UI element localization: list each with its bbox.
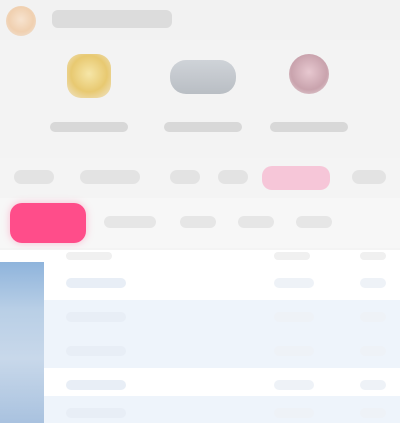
filter-chip[interactable] <box>14 170 54 184</box>
filter-chip[interactable] <box>170 170 200 184</box>
list-item-name <box>66 408 126 418</box>
list-item[interactable] <box>44 266 400 300</box>
list-item-count <box>360 278 386 288</box>
feature-shortcut-2[interactable] <box>148 54 258 132</box>
card-icon <box>170 60 236 94</box>
list-header-cell <box>66 252 112 260</box>
list-header <box>44 250 400 262</box>
feature-label <box>270 122 348 132</box>
list-item-meta <box>274 278 314 288</box>
list-item-count <box>360 408 386 418</box>
list-item-name <box>66 312 126 322</box>
list-item-meta <box>274 408 314 418</box>
list-item-count <box>360 312 386 322</box>
list-item-meta <box>274 312 314 322</box>
tab[interactable] <box>104 216 156 228</box>
filter-chip[interactable] <box>352 170 386 184</box>
list-header-cell <box>274 252 310 260</box>
feature-shortcut-3[interactable] <box>254 54 364 132</box>
list-item-count <box>360 346 386 356</box>
list-item[interactable] <box>44 396 400 423</box>
filter-bar <box>0 158 400 198</box>
feature-shortcut-1[interactable] <box>34 54 144 132</box>
feature-label <box>164 122 242 132</box>
list-item-name <box>66 380 126 390</box>
list-item[interactable] <box>44 300 400 334</box>
image-strip <box>0 262 44 423</box>
app-avatar[interactable] <box>6 6 36 36</box>
filter-chip-active[interactable] <box>262 166 330 190</box>
tab[interactable] <box>238 216 274 228</box>
filter-chip[interactable] <box>80 170 140 184</box>
tab[interactable] <box>296 216 332 228</box>
list-item-name <box>66 278 126 288</box>
list-item[interactable] <box>44 334 400 368</box>
list-item-meta <box>274 380 314 390</box>
tab-active[interactable] <box>10 203 86 243</box>
list-header-cell <box>360 252 386 260</box>
avatar-icon <box>289 54 329 94</box>
list-item-name <box>66 346 126 356</box>
list-item-meta <box>274 346 314 356</box>
app-title <box>52 10 172 28</box>
feature-label <box>50 122 128 132</box>
tab[interactable] <box>180 216 216 228</box>
gold-badge-icon <box>67 54 111 98</box>
list-item-count <box>360 380 386 390</box>
filter-chip[interactable] <box>218 170 248 184</box>
